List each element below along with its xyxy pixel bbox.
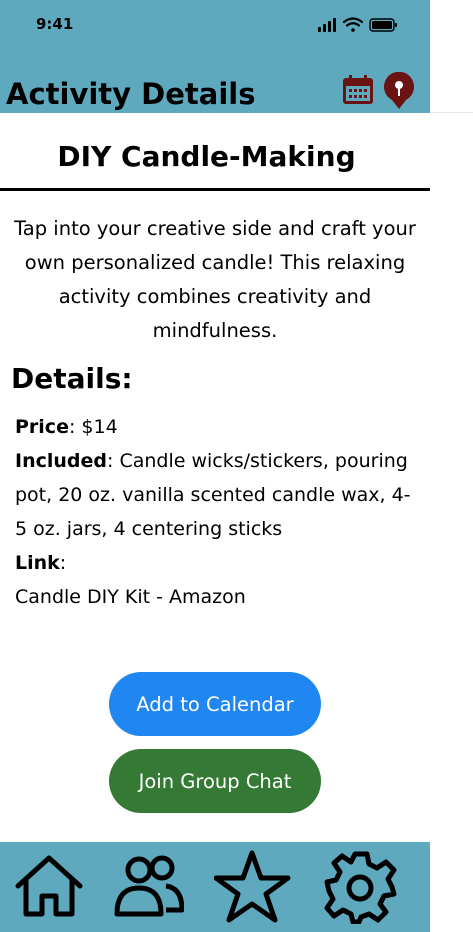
- details-heading: Details:: [11, 362, 133, 395]
- settings-icon[interactable]: [324, 850, 397, 925]
- signal-icon: [318, 18, 336, 32]
- calendar-icon[interactable]: [341, 74, 375, 106]
- price-value: : $14: [68, 416, 118, 438]
- price-label: Price: [15, 416, 69, 438]
- link-separator: :: [59, 552, 67, 574]
- price-row: Price: $14: [15, 410, 420, 444]
- join-group-chat-button[interactable]: Join Group Chat: [109, 749, 321, 813]
- map-pin-icon[interactable]: [382, 71, 416, 110]
- status-icons: [318, 17, 400, 33]
- add-to-calendar-button[interactable]: Add to Calendar: [109, 672, 321, 736]
- page-title: Activity Details: [6, 77, 256, 111]
- link-label: Link: [15, 552, 60, 574]
- status-time: 9:41: [36, 15, 74, 33]
- activity-title: DIY Candle-Making: [57, 140, 356, 173]
- header-bar: 9:41 Activity Details: [0, 0, 430, 113]
- details-section: Price: $14 Included: Candle wicks/sticke…: [15, 410, 420, 614]
- star-icon[interactable]: [213, 850, 291, 924]
- bottom-tab-bar: [0, 842, 430, 932]
- battery-icon: [369, 18, 397, 32]
- link-row: Link:: [15, 546, 420, 580]
- wifi-icon: [342, 17, 364, 32]
- title-divider: [0, 188, 430, 191]
- home-icon[interactable]: [14, 850, 84, 924]
- people-icon[interactable]: [114, 850, 185, 924]
- activity-description: Tap into your creative side and craft yo…: [14, 217, 416, 342]
- phone-screen: 9:41 Activity Details DIY Candle-Making …: [0, 0, 430, 932]
- edge-line: [430, 112, 473, 113]
- included-label: Included: [15, 450, 107, 472]
- included-row: Included: Candle wicks/stickers, pouring…: [15, 444, 420, 546]
- amazon-link[interactable]: Candle DIY Kit - Amazon: [15, 580, 420, 614]
